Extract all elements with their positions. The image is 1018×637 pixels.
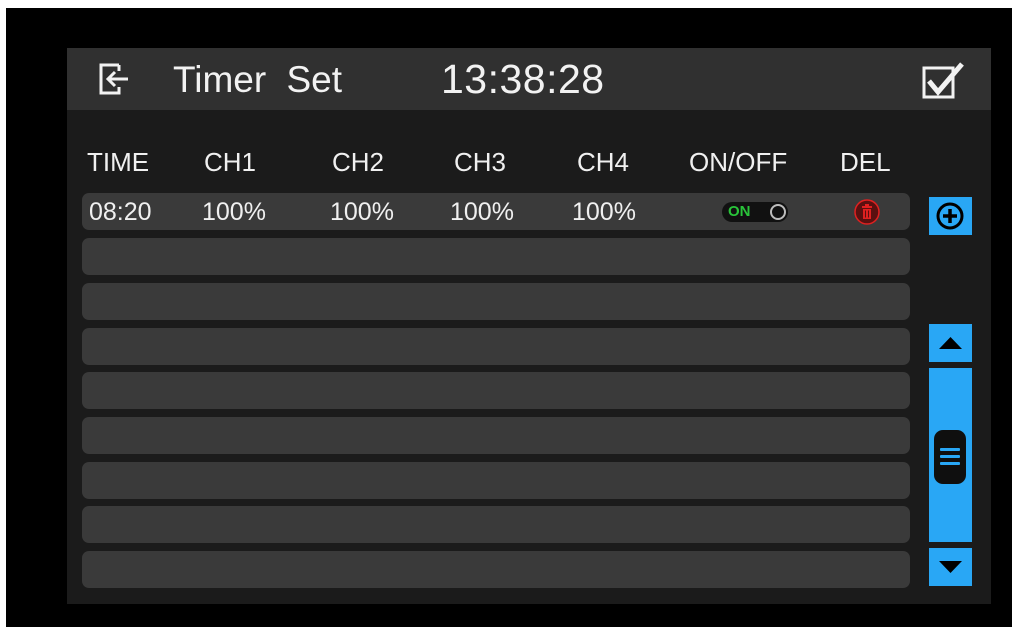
plus-circle-icon <box>936 202 964 230</box>
exit-icon[interactable] <box>97 61 131 97</box>
timer-row-empty[interactable] <box>82 372 910 409</box>
row-time: 08:20 <box>89 198 152 226</box>
timer-row-empty[interactable] <box>82 328 910 365</box>
column-header-time: TIME <box>87 147 150 177</box>
page-title: Timer Set <box>173 59 342 100</box>
add-timer-button[interactable] <box>929 197 972 235</box>
row-ch4: 100% <box>572 198 636 226</box>
timer-row-empty[interactable] <box>82 417 910 454</box>
trash-icon[interactable] <box>854 199 880 225</box>
column-header-del: DEL <box>840 147 891 177</box>
timer-set-screen: Timer Set 13:38:28 TIME CH1 CH2 CH3 CH4 … <box>67 48 991 604</box>
clock-display: 13:38:28 <box>441 56 605 102</box>
toggle-knob <box>770 204 786 220</box>
column-header-on-off: ON/OFF <box>689 147 788 177</box>
title-bar: Timer Set 13:38:28 <box>67 48 991 110</box>
checkbox-check-icon[interactable] <box>921 60 965 100</box>
column-header-ch1: CH1 <box>204 147 257 177</box>
row-ch3: 100% <box>450 198 514 226</box>
column-header-ch3: CH3 <box>454 147 507 177</box>
scroll-up-button[interactable] <box>929 324 972 362</box>
timer-row-empty[interactable] <box>82 551 910 588</box>
column-header-ch4: CH4 <box>577 147 630 177</box>
triangle-down-icon <box>939 561 962 573</box>
on-off-toggle[interactable]: ON <box>722 202 788 222</box>
timer-row[interactable]: 08:20 100% 100% 100% 100% ON <box>82 193 910 230</box>
scroll-down-button[interactable] <box>929 548 972 586</box>
timer-row-empty[interactable] <box>82 283 910 320</box>
timer-row-empty[interactable] <box>82 238 910 275</box>
toggle-label: ON <box>728 203 751 220</box>
row-ch2: 100% <box>330 198 394 226</box>
row-ch1: 100% <box>202 198 266 226</box>
scrollbar-track[interactable] <box>929 368 972 542</box>
scrollbar-thumb[interactable] <box>934 430 966 484</box>
timer-row-empty[interactable] <box>82 506 910 543</box>
timer-row-empty[interactable] <box>82 462 910 499</box>
column-header-ch2: CH2 <box>332 147 385 177</box>
triangle-up-icon <box>939 337 962 349</box>
